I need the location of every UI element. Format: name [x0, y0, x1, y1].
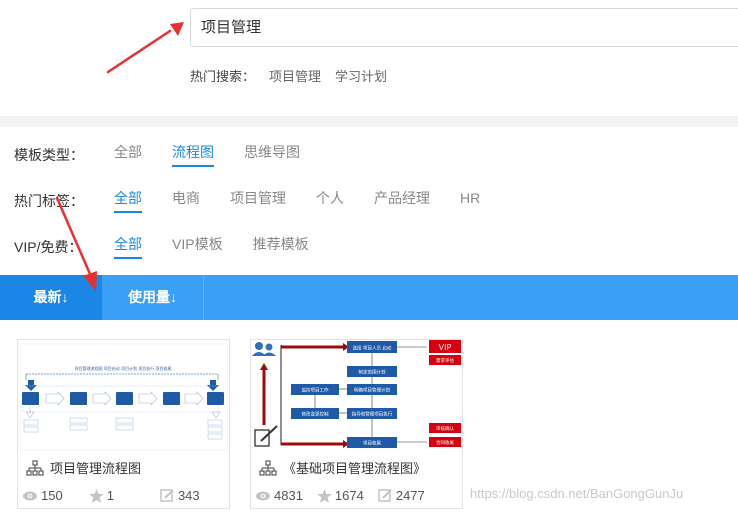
watermark: https://blog.csdn.net/BanGongGunJu	[470, 486, 684, 501]
filter-option-mindmap[interactable]: 思维导图	[244, 142, 300, 167]
views-count: 150	[41, 488, 63, 503]
sort-tab-newest[interactable]: 最新↓	[0, 275, 102, 320]
tag-option-pm[interactable]: 产品经理	[374, 188, 430, 213]
tag-option-hr[interactable]: HR	[460, 190, 480, 211]
card-title[interactable]: 项目管理流程图	[26, 458, 141, 477]
edit-icon	[378, 489, 392, 502]
tag-option-ecommerce[interactable]: 电商	[172, 188, 200, 213]
hot-search-label: 热门搜索：	[190, 69, 256, 84]
tag-option-personal[interactable]: 个人	[316, 188, 344, 213]
sort-tab-usage[interactable]: 使用量↓	[102, 275, 204, 320]
edits-count: 2477	[395, 488, 425, 503]
filter-option-all[interactable]: 全部	[114, 142, 142, 167]
filter-vip: VIP/免费： 全部 VIP模板 推荐模板	[14, 234, 339, 259]
vip-box: VIP	[439, 343, 452, 352]
vip-option-recommended[interactable]: 推荐模板	[253, 234, 309, 259]
sort-bar: 最新↓ 使用量↓	[0, 275, 738, 320]
views-stat: 4831	[255, 488, 303, 503]
filter-label: VIP/免费：	[14, 238, 83, 255]
section-divider	[0, 116, 738, 127]
flow-box-4: 监控项目工作	[302, 387, 329, 394]
template-card[interactable]: 项目管理流程图 项目启动 项目计划 项目执行 项目收尾 项目管理流程图 150 …	[17, 339, 230, 509]
flow-box-1: 选择 项目人员 启动	[353, 345, 392, 352]
flow-box-6: 修改变更控制	[302, 411, 329, 418]
template-card[interactable]: 选择 项目人员 启动 制定范围计划 明确项目管理计划 监控项目工作 修改变更控制…	[250, 339, 463, 509]
card-title-text: 项目管理流程图	[50, 461, 142, 476]
views-stat: 150	[22, 488, 63, 503]
tag-option-project[interactable]: 项目管理	[230, 188, 286, 213]
flow-red-1: 需求评估	[436, 357, 454, 364]
stars-count: 1674	[334, 488, 364, 503]
stars-count: 1	[106, 488, 114, 503]
hot-search-link-project[interactable]: 项目管理	[269, 66, 321, 85]
card-title-text: 《基础项目管理流程图》	[283, 461, 427, 476]
hot-search: 热门搜索： 项目管理 学习计划	[190, 66, 387, 85]
flow-box-3: 明确项目管理计划	[354, 387, 390, 394]
star-icon	[88, 488, 104, 503]
eye-icon	[23, 491, 37, 500]
card-title[interactable]: 《基础项目管理流程图》	[259, 458, 426, 477]
eye-icon	[256, 491, 270, 500]
stars-stat: 1	[88, 488, 114, 503]
flowchart-icon	[26, 459, 44, 476]
filter-option-flowchart[interactable]: 流程图	[172, 142, 214, 167]
vip-option-vip[interactable]: VIP模板	[172, 234, 223, 259]
template-thumbnail[interactable]: 选择 项目人员 启动 制定范围计划 明确项目管理计划 监控项目工作 修改变更控制…	[251, 340, 462, 452]
card-stats: 4831 1674 2477	[255, 488, 439, 503]
flowchart-icon	[259, 459, 277, 476]
views-count: 4831	[274, 488, 303, 503]
flow-red-2: 审核确认	[436, 425, 454, 432]
filter-hot-tags: 热门标签： 全部 电商 项目管理 个人 产品经理 HR	[14, 188, 510, 213]
template-thumbnail[interactable]: 项目管理流程图 项目启动 项目计划 项目执行 项目收尾	[18, 340, 229, 452]
edits-stat: 2477	[378, 488, 425, 503]
edits-count: 343	[177, 488, 200, 503]
flow-red-3: 合同收尾	[436, 439, 454, 446]
filter-label: 热门标签：	[14, 192, 84, 209]
thumbnail-flowchart-1: 项目管理流程图 项目启动 项目计划 项目执行 项目收尾	[19, 343, 228, 451]
card-stats: 150 1 343	[22, 488, 216, 503]
tag-option-all[interactable]: 全部	[114, 188, 142, 213]
filter-template-type: 模板类型： 全部 流程图 思维导图	[14, 142, 330, 167]
star-icon	[317, 488, 332, 503]
edit-icon	[160, 489, 174, 502]
flow-box-8: 项目收尾	[363, 440, 381, 447]
flow-box-7: 指导和管理项目执行	[352, 411, 393, 418]
flow-box-2: 制定范围计划	[359, 369, 386, 376]
thumbnail-banner: 项目管理流程图 项目启动 项目计划 项目执行 项目收尾	[74, 365, 171, 371]
thumbnail-flowchart-2: 选择 项目人员 启动 制定范围计划 明确项目管理计划 监控项目工作 修改变更控制…	[252, 340, 461, 448]
filter-label: 模板类型：	[14, 146, 84, 163]
edits-stat: 343	[160, 488, 200, 503]
hot-search-link-study[interactable]: 学习计划	[335, 66, 387, 85]
page: 项目管理 热门搜索： 项目管理 学习计划 模板类型： 全部 流程图 思维导图 热…	[0, 0, 738, 512]
vip-option-all[interactable]: 全部	[114, 234, 142, 259]
stars-stat: 1674	[317, 488, 364, 503]
search-input[interactable]: 项目管理	[190, 8, 738, 47]
annotation-arrow-icon	[106, 22, 184, 74]
